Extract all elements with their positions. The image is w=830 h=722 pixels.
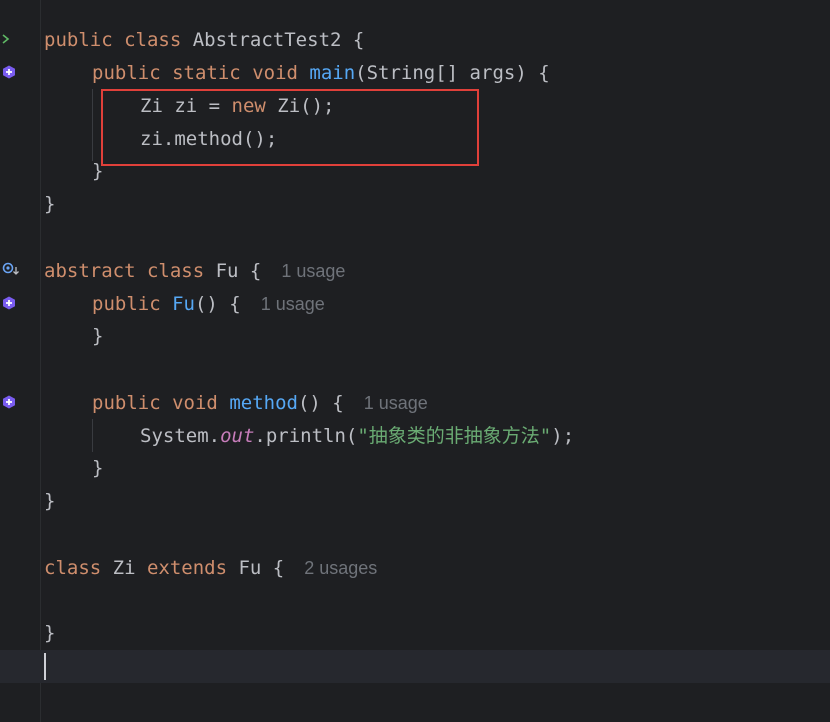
usage-hint[interactable]: 1 usage bbox=[364, 393, 428, 413]
code-text: ); bbox=[551, 425, 575, 447]
method-name: method bbox=[229, 392, 298, 414]
code-line[interactable]: abstract class Fu { 1 usage bbox=[0, 255, 830, 288]
code-text: .println( bbox=[254, 425, 358, 447]
code-line[interactable]: } bbox=[0, 617, 830, 650]
code-text: () { bbox=[194, 293, 241, 315]
code-editor[interactable]: public class AbstractTest2 { public stat… bbox=[0, 0, 830, 722]
code-line[interactable]: public static void main(String[] args) { bbox=[0, 57, 830, 90]
keyword: public bbox=[92, 62, 161, 84]
keyword: class bbox=[146, 260, 205, 282]
text-caret bbox=[44, 653, 46, 680]
code-line[interactable]: public void method() { 1 usage bbox=[0, 387, 830, 420]
closing-brace: } bbox=[92, 457, 104, 479]
code-line[interactable]: public Fu() { 1 usage bbox=[0, 288, 830, 321]
class-declaration: Fu { bbox=[227, 557, 285, 579]
current-line-highlight bbox=[0, 650, 830, 683]
keyword: public bbox=[92, 392, 161, 414]
usage-hint[interactable]: 2 usages bbox=[304, 558, 377, 578]
code-line[interactable]: class Zi extends Fu { 2 usages bbox=[0, 552, 830, 585]
keyword: void bbox=[172, 392, 218, 414]
keyword: static bbox=[172, 62, 241, 84]
usage-hint[interactable]: 1 usage bbox=[261, 294, 325, 314]
keyword: extends bbox=[146, 557, 228, 579]
closing-brace: } bbox=[92, 325, 104, 347]
constructor-name: Fu bbox=[172, 293, 195, 315]
keyword: public bbox=[92, 293, 161, 315]
usage-hint[interactable]: 1 usage bbox=[281, 261, 345, 281]
highlight-annotation-box bbox=[101, 89, 479, 166]
closing-brace: } bbox=[44, 622, 56, 644]
closing-brace: } bbox=[44, 193, 56, 215]
code-text: System. bbox=[140, 425, 221, 447]
keyword: public bbox=[44, 29, 113, 51]
code-text: (String[] args) { bbox=[355, 62, 550, 84]
keyword: void bbox=[252, 62, 298, 84]
keyword: class bbox=[44, 557, 102, 579]
code-line[interactable]: } bbox=[0, 452, 830, 485]
class-declaration: AbstractTest2 { bbox=[181, 29, 365, 51]
code-line[interactable]: } bbox=[0, 188, 830, 221]
method-name: main bbox=[309, 62, 356, 84]
keyword: abstract bbox=[44, 260, 136, 282]
code-line[interactable]: System.out.println("抽象类的非抽象方法"); bbox=[0, 420, 830, 453]
class-declaration: Fu { bbox=[204, 260, 262, 282]
string-literal: "抽象类的非抽象方法" bbox=[357, 425, 552, 447]
keyword: class bbox=[124, 29, 182, 51]
static-field: out bbox=[220, 425, 255, 447]
closing-brace: } bbox=[44, 490, 56, 512]
code-line[interactable]: } bbox=[0, 485, 830, 518]
code-text: () { bbox=[297, 392, 344, 414]
code-line[interactable]: } bbox=[0, 320, 830, 353]
code-text: Zi bbox=[101, 557, 147, 579]
code-line[interactable]: public class AbstractTest2 { bbox=[0, 24, 830, 57]
